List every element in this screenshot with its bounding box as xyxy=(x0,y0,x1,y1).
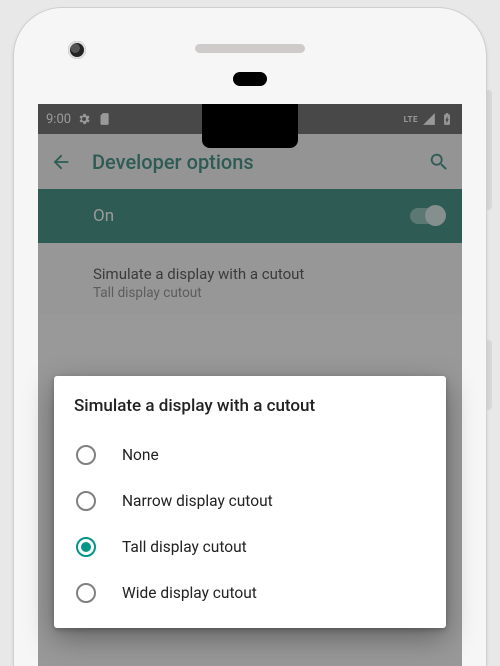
radio-label: Narrow display cutout xyxy=(122,492,273,510)
front-camera xyxy=(68,41,86,59)
radio-icon xyxy=(76,491,96,511)
radio-option-tall[interactable]: Tall display cutout xyxy=(74,524,426,570)
phone-side-button-bottom xyxy=(486,340,492,410)
phone-side-button-top xyxy=(486,90,492,210)
dialog-title: Simulate a display with a cutout xyxy=(74,396,426,416)
radio-option-narrow[interactable]: Narrow display cutout xyxy=(74,478,426,524)
radio-option-none[interactable]: None xyxy=(74,432,426,478)
radio-option-wide[interactable]: Wide display cutout xyxy=(74,570,426,616)
simulated-display-cutout xyxy=(202,104,298,148)
phone-frame: 9:00 LTE xyxy=(14,8,486,666)
radio-icon-selected xyxy=(76,537,96,557)
radio-label: None xyxy=(122,446,159,464)
radio-icon xyxy=(76,583,96,603)
proximity-sensor xyxy=(233,72,267,86)
cutout-dialog: Simulate a display with a cutout None Na… xyxy=(54,376,446,628)
phone-bezel xyxy=(14,8,486,104)
earpiece-speaker xyxy=(195,44,305,53)
radio-label: Wide display cutout xyxy=(122,584,257,602)
radio-label: Tall display cutout xyxy=(122,538,247,556)
radio-icon xyxy=(76,445,96,465)
device-screen: 9:00 LTE xyxy=(38,104,462,666)
